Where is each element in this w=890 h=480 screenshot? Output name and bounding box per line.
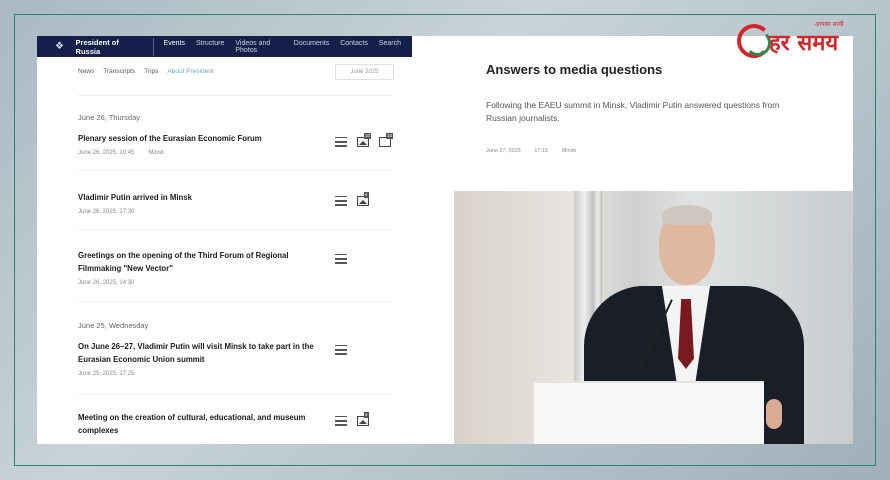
article-place: Minsk	[561, 148, 577, 154]
article-photo[interactable]	[454, 191, 853, 444]
news-item-title[interactable]: On June 26–27, Vladimir Putin will visit…	[78, 340, 328, 366]
divider	[78, 95, 392, 96]
article-lead: Following the EAEU summit in Minsk, Vlad…	[486, 100, 780, 123]
site-brand[interactable]: President of Russia	[76, 37, 154, 56]
article-time: 17:15	[534, 148, 549, 154]
photo-count-badge: 4	[364, 412, 369, 418]
nav-structure[interactable]: Structure	[196, 40, 224, 54]
news-item-date: June 25, 2025, 17:25	[78, 371, 135, 377]
site-header: ❖ President of Russia Events Structure V…	[37, 36, 412, 57]
article-meta: June 27, 2025 17:15 Minsk	[486, 148, 588, 154]
article-date: June 27, 2025	[486, 148, 521, 154]
channel-logo: आपका साथी हर समय	[737, 20, 869, 62]
divider	[78, 229, 392, 230]
day-label: June 26, Thursday	[78, 113, 140, 122]
video-count-badge: 15	[386, 133, 394, 139]
news-item-date: June 26, 2025, 14:30	[78, 280, 135, 286]
eagle-emblem-icon: ❖	[55, 41, 64, 52]
transcript-icon[interactable]	[335, 416, 347, 427]
logo-name: हर समय	[769, 31, 839, 56]
news-item-title[interactable]: Vladimir Putin arrived in Minsk	[78, 191, 328, 204]
news-item-title[interactable]: Meeting on the creation of cultural, edu…	[78, 411, 328, 437]
transcript-icon[interactable]	[335, 345, 347, 356]
podium	[534, 381, 764, 444]
logo-swoosh-icon	[745, 30, 771, 56]
speaker-hand	[766, 399, 782, 429]
subnav-about-president[interactable]: About President	[167, 68, 213, 75]
news-feed-panel: ❖ President of Russia Events Structure V…	[37, 36, 412, 444]
article-panel: Answers to media questions Following the…	[412, 36, 853, 444]
article-title[interactable]: Answers to media questions	[486, 62, 662, 77]
news-item-place: Minsk	[148, 150, 165, 156]
nav-videos-photos[interactable]: Videos and Photos	[235, 40, 282, 54]
photo-count-badge: 4	[364, 192, 369, 198]
news-item-meta: June 26, 2025, 10:45 Minsk	[78, 150, 164, 156]
browser-screen: ❖ President of Russia Events Structure V…	[37, 36, 853, 444]
main-nav: Events Structure Videos and Photos Docum…	[164, 40, 412, 54]
transcript-icon[interactable]	[335, 254, 347, 265]
news-item-date: June 26, 2025, 17:30	[78, 209, 135, 215]
nav-search[interactable]: Search	[379, 40, 401, 54]
news-item-title[interactable]: Greetings on the opening of the Third Fo…	[78, 249, 328, 275]
nav-contacts[interactable]: Contacts	[340, 40, 368, 54]
nav-documents[interactable]: Documents	[294, 40, 329, 54]
subnav-news[interactable]: News	[78, 68, 94, 75]
divider	[78, 394, 392, 395]
subnav-trips[interactable]: Trips	[144, 68, 158, 75]
transcript-icon[interactable]	[335, 196, 347, 207]
transcript-icon[interactable]	[335, 137, 347, 148]
date-filter[interactable]: June 2025	[335, 64, 394, 80]
news-item-title[interactable]: Plenary session of the Eurasian Economic…	[78, 132, 328, 145]
subnav-transcripts[interactable]: Transcripts	[103, 68, 135, 75]
day-label: June 25, Wednesday	[78, 321, 149, 330]
speaker-hair	[662, 205, 712, 225]
divider	[78, 301, 392, 302]
nav-events[interactable]: Events	[164, 40, 185, 54]
divider	[78, 170, 392, 171]
photo-count-badge: 10	[364, 133, 372, 139]
news-item-date: June 26, 2025, 10:45	[78, 150, 135, 156]
